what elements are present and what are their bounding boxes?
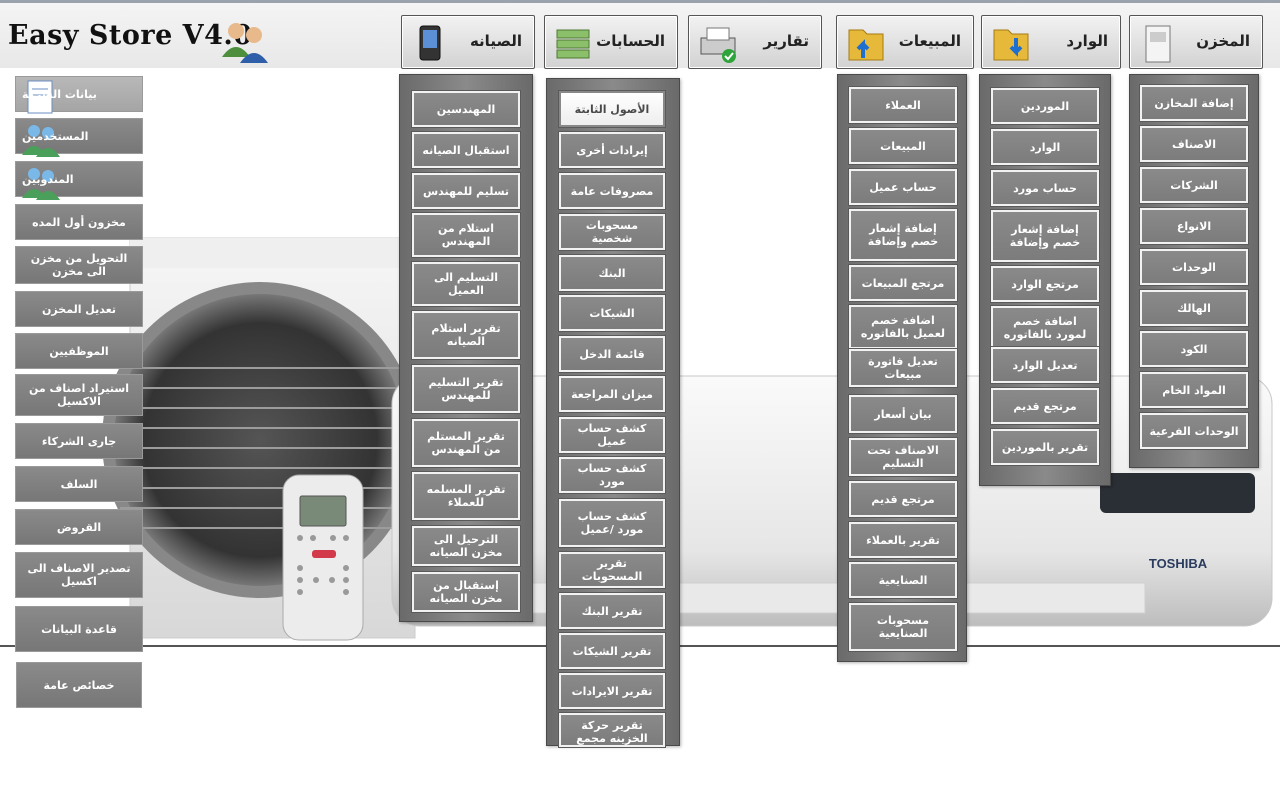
menu-item[interactable]: كشف حساب عميل — [559, 417, 665, 453]
menu-item[interactable]: تسليم للمهندس — [412, 173, 520, 209]
menu-item[interactable]: حساب عميل — [849, 169, 957, 205]
menu-item[interactable]: الأصول الثابتة — [559, 91, 665, 127]
tab-label: تقارير — [763, 32, 809, 50]
sidebar-item-store-adjust[interactable]: تعديل المخزن — [15, 291, 143, 327]
menu-maintenance: المهندسين استقبال الصيانه تسليم للمهندس … — [399, 74, 533, 622]
sidebar-item-company-data[interactable]: بيانات الشركة — [15, 76, 143, 114]
sidebar-item-employees[interactable]: الموظفيين — [15, 333, 143, 369]
menu-item[interactable]: تقرير المسلمه للعملاء — [412, 472, 520, 520]
tab-label: الحسابات — [596, 32, 665, 50]
menu-item[interactable]: تقرير استلام الصيانه — [412, 311, 520, 359]
tab-maintenance[interactable]: الصيانه — [401, 15, 535, 69]
menu-item[interactable]: تقرير بالعملاء — [849, 522, 957, 558]
menu-item[interactable]: مصروفات عامة — [559, 173, 665, 209]
menu-item[interactable]: تعديل الوارد — [991, 347, 1099, 383]
tab-incoming[interactable]: الوارد — [981, 15, 1121, 69]
tab-accounts[interactable]: الحسابات — [544, 15, 678, 69]
tab-label: الصيانه — [469, 32, 522, 50]
tab-reports[interactable]: تقارير — [688, 15, 822, 69]
menu-item[interactable]: الوحدات الفرعية — [1140, 413, 1248, 449]
menu-item[interactable]: إيرادات أخرى — [559, 132, 665, 168]
menu-item[interactable]: قائمة الدخل — [559, 336, 665, 372]
sidebar-item-import-excel[interactable]: استيراد اصناف من الاكسيل — [15, 374, 143, 416]
menu-item[interactable]: مرتجع قديم — [849, 481, 957, 517]
printer-icon — [700, 27, 736, 63]
users-icon — [222, 23, 268, 63]
menu-item[interactable]: الكود — [1140, 331, 1248, 367]
tab-label: المبيعات — [898, 32, 961, 50]
menu-item[interactable]: المواد الخام — [1140, 372, 1248, 408]
menu-item[interactable]: إضافة إشعار خصم وإضافة — [849, 209, 957, 261]
pda-device-icon — [419, 25, 441, 61]
menu-item[interactable]: الوارد — [991, 129, 1099, 165]
menu-item[interactable]: تقرير المسحوبات — [559, 552, 665, 588]
menu-item[interactable]: بيان أسعار — [849, 395, 957, 433]
menu-item[interactable]: إضافة إشعار خصم وإضافة — [991, 210, 1099, 262]
sidebar-item-general-settings[interactable]: خصائص عامة — [16, 662, 142, 708]
menu-item[interactable]: الوحدات — [1140, 249, 1248, 285]
toshiba-logo: TOSHIBA — [1149, 556, 1208, 571]
menu-item[interactable]: العملاء — [849, 87, 957, 123]
menu-item[interactable]: الصنايعية — [849, 562, 957, 598]
menu-incoming: الموردين الوارد حساب مورد إضافة إشعار خص… — [979, 74, 1111, 486]
menu-item[interactable]: مرتجع قديم — [991, 388, 1099, 424]
tab-store[interactable]: المخزن — [1129, 15, 1263, 69]
menu-item[interactable]: ميزان المراجعة — [559, 376, 665, 412]
sales-folder-icon — [848, 29, 884, 61]
menu-item[interactable]: تقرير الايرادات — [559, 673, 665, 709]
menu-accounts: الأصول الثابتة إيرادات أخرى مصروفات عامة… — [546, 78, 680, 747]
menu-item[interactable]: المهندسين — [412, 91, 520, 127]
storage-unit-icon — [1145, 25, 1171, 63]
sidebar-item-advances[interactable]: السلف — [15, 466, 143, 502]
top-toolbar: Easy Store V4.0 المخزن الوارد المبيعات ت… — [0, 0, 1280, 69]
menu-item[interactable]: الشيكات — [559, 295, 665, 331]
menu-item[interactable]: البنك — [559, 255, 665, 291]
menu-item[interactable]: مرتجع الوارد — [991, 266, 1099, 302]
sidebar-item-users[interactable]: المستخدمين — [15, 118, 143, 157]
money-stack-icon — [556, 29, 590, 59]
menu-item[interactable]: تعديل فاتورة مبيعات — [849, 349, 957, 387]
menu-item[interactable]: تقرير حركة الخزينه مجمع — [559, 713, 665, 747]
menu-item[interactable]: الشركات — [1140, 167, 1248, 203]
menu-item[interactable]: الاصناف تحت التسليم — [849, 438, 957, 476]
menu-item[interactable]: إضافة المخازن — [1140, 85, 1248, 121]
menu-sales: العملاء المبيعات حساب عميل إضافة إشعار خ… — [837, 74, 967, 662]
menu-item[interactable]: الترحيل الى مخزن الصيانه — [412, 526, 520, 566]
menu-item[interactable]: استلام من المهندس — [412, 213, 520, 257]
sidebar-item-opening-stock[interactable]: مخزون أول المده — [15, 204, 143, 240]
sidebar-item-loans[interactable]: القروض — [15, 509, 143, 545]
sidebar-item-database[interactable]: قاعدة البيانات — [15, 606, 143, 652]
tab-label: الوارد — [1066, 32, 1108, 50]
tab-sales[interactable]: المبيعات — [836, 15, 974, 69]
menu-item[interactable]: الموردين — [991, 88, 1099, 124]
sidebar-item-export-excel[interactable]: تصدير الاصناف الى اكسيل — [15, 552, 143, 598]
menu-item[interactable]: الاصناف — [1140, 126, 1248, 162]
sidebar-item-representatives[interactable]: المندوبين — [15, 161, 143, 200]
menu-item[interactable]: الهالك — [1140, 290, 1248, 326]
sidebar-item-store-transfer[interactable]: التحويل من مخزن الى مخزن — [15, 246, 143, 284]
menu-item[interactable]: مرتجع المبيعات — [849, 265, 957, 301]
menu-store: إضافة المخازن الاصناف الشركات الانواع ال… — [1129, 74, 1259, 468]
sidebar-item-partners[interactable]: جارى الشركاء — [15, 423, 143, 459]
menu-item[interactable]: استقبال الصيانه — [412, 132, 520, 168]
app-title: Easy Store V4.0 — [8, 20, 253, 51]
menu-item[interactable]: اضافة خصم لعميل بالفاتوره — [849, 305, 957, 349]
menu-item[interactable]: اضافة خصم لمورد بالفاتوره — [991, 306, 1099, 350]
menu-item[interactable]: التسليم الى العميل — [412, 262, 520, 306]
menu-item[interactable]: تقرير المستلم من المهندس — [412, 419, 520, 467]
menu-item[interactable]: تقرير بالموردين — [991, 429, 1099, 465]
menu-item[interactable]: مسحوبات الصنايعية — [849, 603, 957, 651]
menu-item[interactable]: كشف حساب مورد /عميل — [559, 499, 665, 547]
tab-label: المخزن — [1196, 32, 1250, 50]
menu-item[interactable]: تقرير الشيكات — [559, 633, 665, 669]
menu-item[interactable]: مسحوبات شخصية — [559, 214, 665, 250]
menu-item[interactable]: إستقبال من مخزن الصيانه — [412, 572, 520, 612]
menu-item[interactable]: تقرير التسليم للمهندس — [412, 365, 520, 413]
menu-item[interactable]: حساب مورد — [991, 170, 1099, 206]
menu-item[interactable]: الانواع — [1140, 208, 1248, 244]
menu-item[interactable]: المبيعات — [849, 128, 957, 164]
menu-item[interactable]: تقرير البنك — [559, 593, 665, 629]
menu-item[interactable]: كشف حساب مورد — [559, 457, 665, 493]
incoming-folder-icon — [993, 29, 1029, 61]
